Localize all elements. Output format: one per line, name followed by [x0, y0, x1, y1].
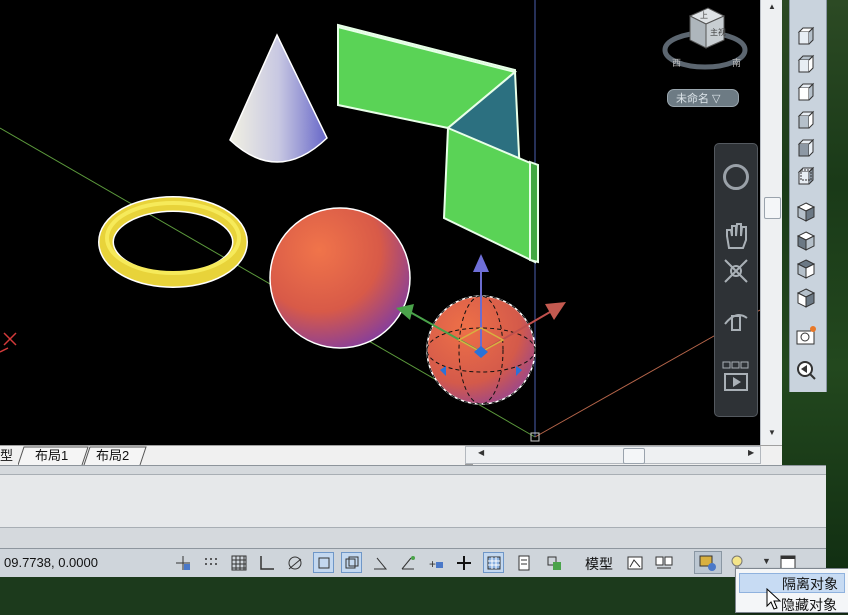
camera-icon[interactable] — [794, 324, 818, 348]
iso-nw-icon[interactable] — [794, 286, 818, 310]
scroll-left-arrow[interactable]: ◀ — [478, 448, 484, 457]
view-bottom-icon[interactable] — [794, 52, 818, 76]
menu-item-hide-objects[interactable]: 隐藏对象 — [739, 595, 845, 615]
horizontal-scrollbar[interactable]: ◀ ▶ — [465, 446, 761, 464]
lineweight-icon[interactable] — [453, 552, 474, 573]
object-snap-icon[interactable] — [313, 552, 334, 573]
transparency-icon[interactable] — [483, 552, 504, 573]
3d-object-snap-icon[interactable] — [341, 552, 362, 573]
menu-item-isolate-objects[interactable]: 隔离对象 — [739, 573, 845, 593]
mouse-cursor-icon — [766, 588, 782, 610]
quick-view-drawings-icon[interactable] — [653, 552, 674, 573]
tab-layout2[interactable]: 布局2 — [96, 446, 129, 465]
tab-layout1[interactable]: 布局1 — [35, 446, 68, 465]
zoom-previous-icon[interactable] — [794, 358, 818, 382]
ucs-dropdown[interactable]: 未命名 ▽ — [667, 89, 739, 107]
svg-text:南: 南 — [732, 57, 741, 68]
isolate-dropdown-arrow[interactable]: ▼ — [762, 556, 771, 566]
scroll-right-arrow[interactable]: ▶ — [748, 448, 754, 457]
dynamic-ucs-icon[interactable] — [397, 552, 418, 573]
infer-constraints-icon[interactable] — [172, 552, 193, 573]
model-space-label[interactable]: 模型 — [585, 554, 613, 574]
ortho-mode-icon[interactable] — [256, 552, 277, 573]
scroll-up-arrow[interactable]: ▲ — [761, 0, 782, 14]
polar-tracking-icon[interactable] — [284, 552, 305, 573]
vertical-scrollbar[interactable]: ▲ ▼ — [760, 0, 782, 445]
svg-text:上: 上 — [700, 11, 708, 20]
toolbar-top-edge — [794, 0, 818, 10]
tab-model[interactable]: 型 — [0, 446, 13, 465]
status-bar: 09.7738, 0.0000 + 模型 ▼ — [0, 548, 826, 577]
view-front-icon[interactable] — [794, 136, 818, 160]
grid-display-icon[interactable] — [228, 552, 249, 573]
coordinates-readout[interactable]: 09.7738, 0.0000 — [4, 555, 98, 570]
view-top-icon[interactable] — [794, 24, 818, 48]
vertical-scroll-thumb[interactable] — [764, 197, 781, 219]
view-right-icon[interactable] — [794, 108, 818, 132]
orbit-icon[interactable] — [721, 304, 751, 334]
quick-properties-icon[interactable] — [513, 552, 534, 573]
snap-mode-icon[interactable] — [200, 552, 221, 573]
view-back-icon[interactable] — [794, 164, 818, 188]
viewcube[interactable]: 上 主视 西 南 — [662, 4, 752, 84]
navigation-bar — [714, 143, 758, 417]
zoom-icon[interactable] — [721, 256, 751, 286]
command-window[interactable] — [0, 465, 826, 549]
selection-cycling-icon[interactable] — [543, 552, 564, 573]
workspace-switch-icon[interactable] — [694, 551, 722, 574]
isolate-context-menu: 隔离对象 隐藏对象 — [735, 568, 848, 613]
pan-hand-icon[interactable] — [723, 222, 749, 250]
showmotion-icon[interactable] — [721, 360, 751, 396]
view-left-icon[interactable] — [794, 80, 818, 104]
torus — [98, 196, 248, 288]
ucs-x-marker — [0, 332, 17, 353]
sphere-large — [269, 207, 411, 349]
steering-wheel-icon[interactable] — [723, 164, 749, 190]
object-snap-tracking-icon[interactable] — [369, 552, 390, 573]
quick-view-layouts-icon[interactable] — [624, 552, 645, 573]
horizontal-scroll-thumb[interactable] — [623, 448, 645, 464]
iso-ne-icon[interactable] — [794, 257, 818, 281]
svg-text:西: 西 — [672, 58, 681, 68]
svg-text:主视: 主视 — [710, 27, 726, 37]
iso-se-icon[interactable] — [794, 229, 818, 253]
cone — [229, 33, 328, 163]
iso-sw-icon[interactable] — [794, 200, 818, 224]
move-gizmo — [396, 254, 566, 376]
svg-text:+: + — [429, 557, 436, 571]
dynamic-input-icon[interactable]: + — [425, 552, 446, 573]
drawing-viewport[interactable]: 上 主视 西 南 未命名 ▽ ▲ ▼ — [0, 0, 782, 445]
command-history[interactable] — [0, 474, 826, 528]
scroll-down-arrow[interactable]: ▼ — [761, 426, 782, 440]
